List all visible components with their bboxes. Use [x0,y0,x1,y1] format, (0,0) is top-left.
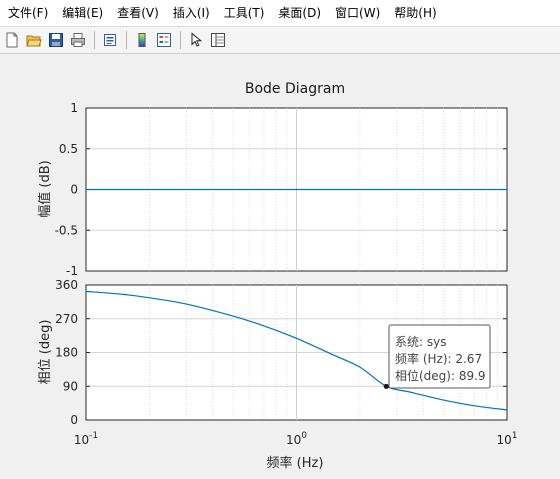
y-tick-label: -0.5 [55,223,78,237]
menu-tools[interactable]: 工具(T) [217,2,272,24]
toolbar [0,27,560,54]
toolbar-separator [126,31,127,49]
x-axis-label: 频率 (Hz) [267,455,324,471]
datatip-phase-text: 相位(deg): 89.9 [395,368,486,383]
phase-y-label: 相位 (deg) [38,320,53,385]
chart-title: Bode Diagram [245,81,345,97]
y-tick-label: 90 [63,379,78,393]
toolbar-separator [94,31,95,49]
print-icon[interactable] [68,30,88,50]
pointer-icon[interactable] [186,30,206,50]
bode-figure: Bode Diagram -1 -0.5 0 0.5 1 幅值 (dB) 0 90 180 2… [37,81,518,471]
y-tick-label: 0 [70,183,78,197]
new-file-icon[interactable] [2,30,22,50]
x-tick-label: 101 [496,431,517,447]
colorbar-icon[interactable] [132,30,152,50]
y-tick-label: -1 [66,264,78,278]
datatip-frequency-text: 频率 (Hz): 2.67 [395,351,482,366]
x-tick-label: 10-1 [74,431,98,447]
print-preview-icon[interactable] [100,30,120,50]
menu-help[interactable]: 帮助(H) [387,2,443,24]
phase-y-ticks: 0 90 180 270 360 [55,278,78,427]
open-folder-icon[interactable] [24,30,44,50]
x-tick-labels: 10-1 100 101 [74,431,518,447]
menu-insert[interactable]: 插入(I) [166,2,217,24]
save-icon[interactable] [46,30,66,50]
y-tick-label: 270 [55,312,78,326]
menu-file[interactable]: 文件(F) [0,2,55,24]
menu-window[interactable]: 窗口(W) [328,2,387,24]
menu-edit[interactable]: 编辑(E) [55,2,110,24]
y-tick-label: 0 [70,413,78,427]
x-tick-label: 100 [286,431,307,447]
magnitude-y-ticks: -1 -0.5 0 0.5 1 [55,101,78,278]
y-tick-label: 1 [70,101,78,115]
datatip-marker[interactable] [383,383,389,389]
magnitude-axes[interactable]: -1 -0.5 0 0.5 1 [55,101,508,278]
menu-bar: 文件(F) 编辑(E) 查看(V) 插入(I) 工具(T) 桌面(D) 窗口(W… [0,0,560,27]
legend-icon[interactable] [154,30,174,50]
menu-desktop[interactable]: 桌面(D) [271,2,328,24]
figure-canvas: Bode Diagram -1 -0.5 0 0.5 1 幅值 (dB) 0 90 180 2… [0,54,560,475]
y-tick-label: 0.5 [59,142,78,156]
y-tick-label: 360 [55,278,78,292]
property-inspector-icon[interactable] [208,30,228,50]
toolbar-separator [180,31,181,49]
menu-view[interactable]: 查看(V) [110,2,166,24]
y-tick-label: 180 [55,346,78,360]
magnitude-y-label: 幅值 (dB) [37,160,53,217]
datatip[interactable]: 系统: sys 频率 (Hz): 2.67 相位(deg): 89.9 [383,324,491,389]
datatip-system-text: 系统: sys [395,335,446,349]
